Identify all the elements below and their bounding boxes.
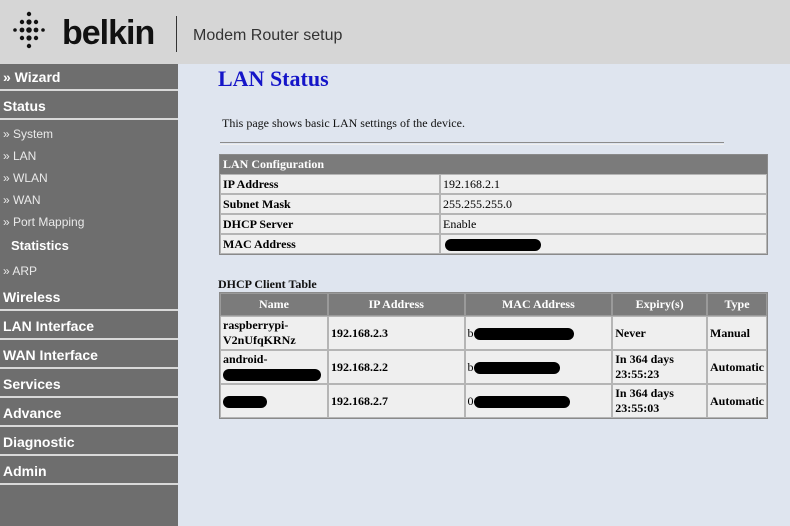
mac-address-value — [440, 234, 767, 254]
client-name: raspberrypi- V2nUfqKRNz — [220, 316, 328, 350]
sidebar-item-arp[interactable]: » ARP — [0, 260, 178, 282]
header-divider — [176, 16, 177, 52]
client-mac: b — [464, 350, 613, 384]
sidebar-item-system[interactable]: » System — [0, 123, 178, 145]
table-header-row: LAN Configuration — [220, 155, 767, 174]
col-name: Name — [220, 293, 328, 316]
sidebar-item-wizard[interactable]: » Wizard — [0, 64, 178, 91]
client-name-line1: raspberrypi- — [223, 318, 289, 332]
subnet-mask-label: Subnet Mask — [220, 194, 440, 214]
sidebar-item-lan[interactable]: » LAN — [0, 145, 178, 167]
subnet-mask-value: 255.255.255.0 — [440, 194, 767, 214]
header-bar: belkin Modem Router setup — [0, 0, 790, 64]
client-ip: 192.168.2.3 — [327, 316, 465, 350]
col-ip-address: IP Address — [327, 293, 465, 316]
sidebar-item-services[interactable]: Services — [0, 371, 178, 398]
client-type: Automatic — [707, 384, 767, 418]
mac-address-label: MAC Address — [220, 234, 440, 254]
client-expiry: In 364 days 23:55:03 — [612, 384, 707, 418]
client-name — [220, 384, 328, 418]
client-type: Manual — [707, 316, 767, 350]
client-mac: 0 — [464, 384, 613, 418]
sidebar-item-lan-interface[interactable]: LAN Interface — [0, 313, 178, 340]
table-row: DHCP Server Enable — [220, 214, 767, 234]
table-row: IP Address 192.168.2.1 — [220, 174, 767, 194]
client-expiry-line1: In 364 days — [615, 352, 674, 366]
table-row: raspberrypi- V2nUfqKRNz 192.168.2.3 b Ne… — [220, 316, 767, 350]
client-ip: 192.168.2.7 — [327, 384, 465, 418]
client-expiry: Never — [612, 316, 707, 350]
dhcp-table-title: DHCP Client Table — [218, 277, 317, 291]
main-content: LAN Status This page shows basic LAN set… — [178, 64, 790, 526]
page-description: This page shows basic LAN settings of th… — [222, 116, 465, 130]
client-type: Automatic — [707, 350, 767, 384]
sidebar-item-wan[interactable]: » WAN — [0, 189, 178, 211]
sidebar-item-wlan[interactable]: » WLAN — [0, 167, 178, 189]
sidebar-nav: » Wizard Status » System » LAN » WLAN » … — [0, 64, 178, 526]
ip-address-value: 192.168.2.1 — [440, 174, 767, 194]
lan-config-header: LAN Configuration — [220, 155, 767, 174]
client-name-line2 — [223, 367, 325, 382]
client-mac: b — [464, 316, 613, 350]
sidebar-item-advance[interactable]: Advance — [0, 400, 178, 427]
client-expiry-line2: 23:55:03 — [615, 401, 660, 415]
sidebar-item-wireless[interactable]: Wireless — [0, 284, 178, 311]
redaction-mark — [473, 361, 560, 374]
client-name: android- — [220, 350, 328, 384]
sidebar-item-statistics[interactable]: Statistics — [0, 234, 178, 258]
table-row: Subnet Mask 255.255.255.0 — [220, 194, 767, 214]
redaction-mark — [223, 395, 267, 408]
redaction-mark — [223, 369, 321, 382]
redaction-mark — [445, 238, 541, 251]
client-mac-prefix: b — [467, 359, 474, 374]
divider — [220, 142, 724, 145]
lan-config-table: LAN Configuration IP Address 192.168.2.1… — [219, 154, 768, 255]
client-expiry-line1: Never — [615, 325, 646, 340]
dhcp-server-label: DHCP Server — [220, 214, 440, 234]
redaction-mark — [473, 327, 574, 340]
client-ip: 192.168.2.2 — [327, 350, 465, 384]
redaction-mark — [473, 395, 570, 408]
table-header-row: Name IP Address MAC Address Expiry(s) Ty… — [220, 293, 767, 316]
client-name-line2: V2nUfqKRNz — [223, 333, 296, 347]
sidebar-item-wan-interface[interactable]: WAN Interface — [0, 342, 178, 369]
col-type: Type — [707, 293, 767, 316]
ip-address-label: IP Address — [220, 174, 440, 194]
dhcp-server-value: Enable — [440, 214, 767, 234]
client-expiry-line1: In 364 days — [615, 386, 674, 400]
page-title: LAN Status — [218, 66, 329, 91]
belkin-logo-icon — [13, 11, 45, 49]
sidebar-item-port-mapping[interactable]: » Port Mapping — [0, 211, 178, 233]
sidebar-item-status[interactable]: Status — [0, 93, 178, 120]
client-expiry: In 364 days 23:55:23 — [612, 350, 707, 384]
sidebar-item-admin[interactable]: Admin — [0, 458, 178, 485]
table-row: android- 192.168.2.2 b In 364 days 23:55… — [220, 350, 767, 384]
header-title: Modem Router setup — [193, 27, 343, 44]
sidebar-item-diagnostic[interactable]: Diagnostic — [0, 429, 178, 456]
client-mac-prefix: 0 — [467, 393, 474, 408]
brand-logo-text: belkin — [62, 14, 155, 52]
table-row: 192.168.2.7 0 In 364 days 23:55:03 Autom… — [220, 384, 767, 418]
client-expiry-line2: 23:55:23 — [615, 367, 660, 381]
col-expiry: Expiry(s) — [612, 293, 707, 316]
col-mac-address: MAC Address — [464, 293, 613, 316]
client-name-line1: android- — [223, 352, 268, 366]
table-row: MAC Address — [220, 234, 767, 254]
dhcp-client-table: Name IP Address MAC Address Expiry(s) Ty… — [219, 292, 768, 419]
client-mac-prefix: b — [467, 325, 474, 340]
